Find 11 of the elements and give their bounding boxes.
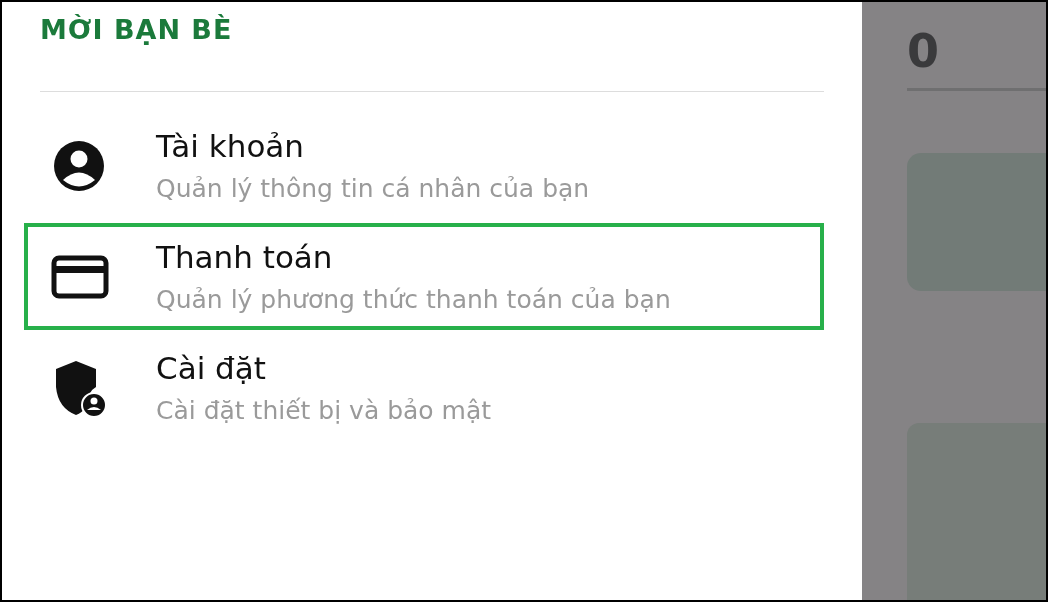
menu-item[interactable]: Tài khoản Quản lý thông tin cá nhân của bạn (24, 112, 824, 219)
item-subtitle: Quản lý thông tin cá nhân của bạn (156, 174, 590, 203)
section-heading: MỜI BẠN BÈ (40, 14, 234, 45)
item-subtitle: Quản lý phương thức thanh toán của bạn (156, 285, 671, 314)
item-title: Tài khoản (156, 128, 305, 164)
count-value: 0 (907, 24, 1046, 91)
menu-item[interactable]: Thanh toán Quản lý phương thức thanh toán của bạn (24, 223, 824, 330)
menu-item[interactable]: Cài đặt Cài đặt thiết bị và bảo mật (24, 334, 824, 441)
item-title: Cài đặt (156, 350, 267, 386)
item-title: Thanh toán (156, 239, 334, 275)
item-subtitle: Cài đặt thiết bị và bảo mật (156, 396, 492, 425)
